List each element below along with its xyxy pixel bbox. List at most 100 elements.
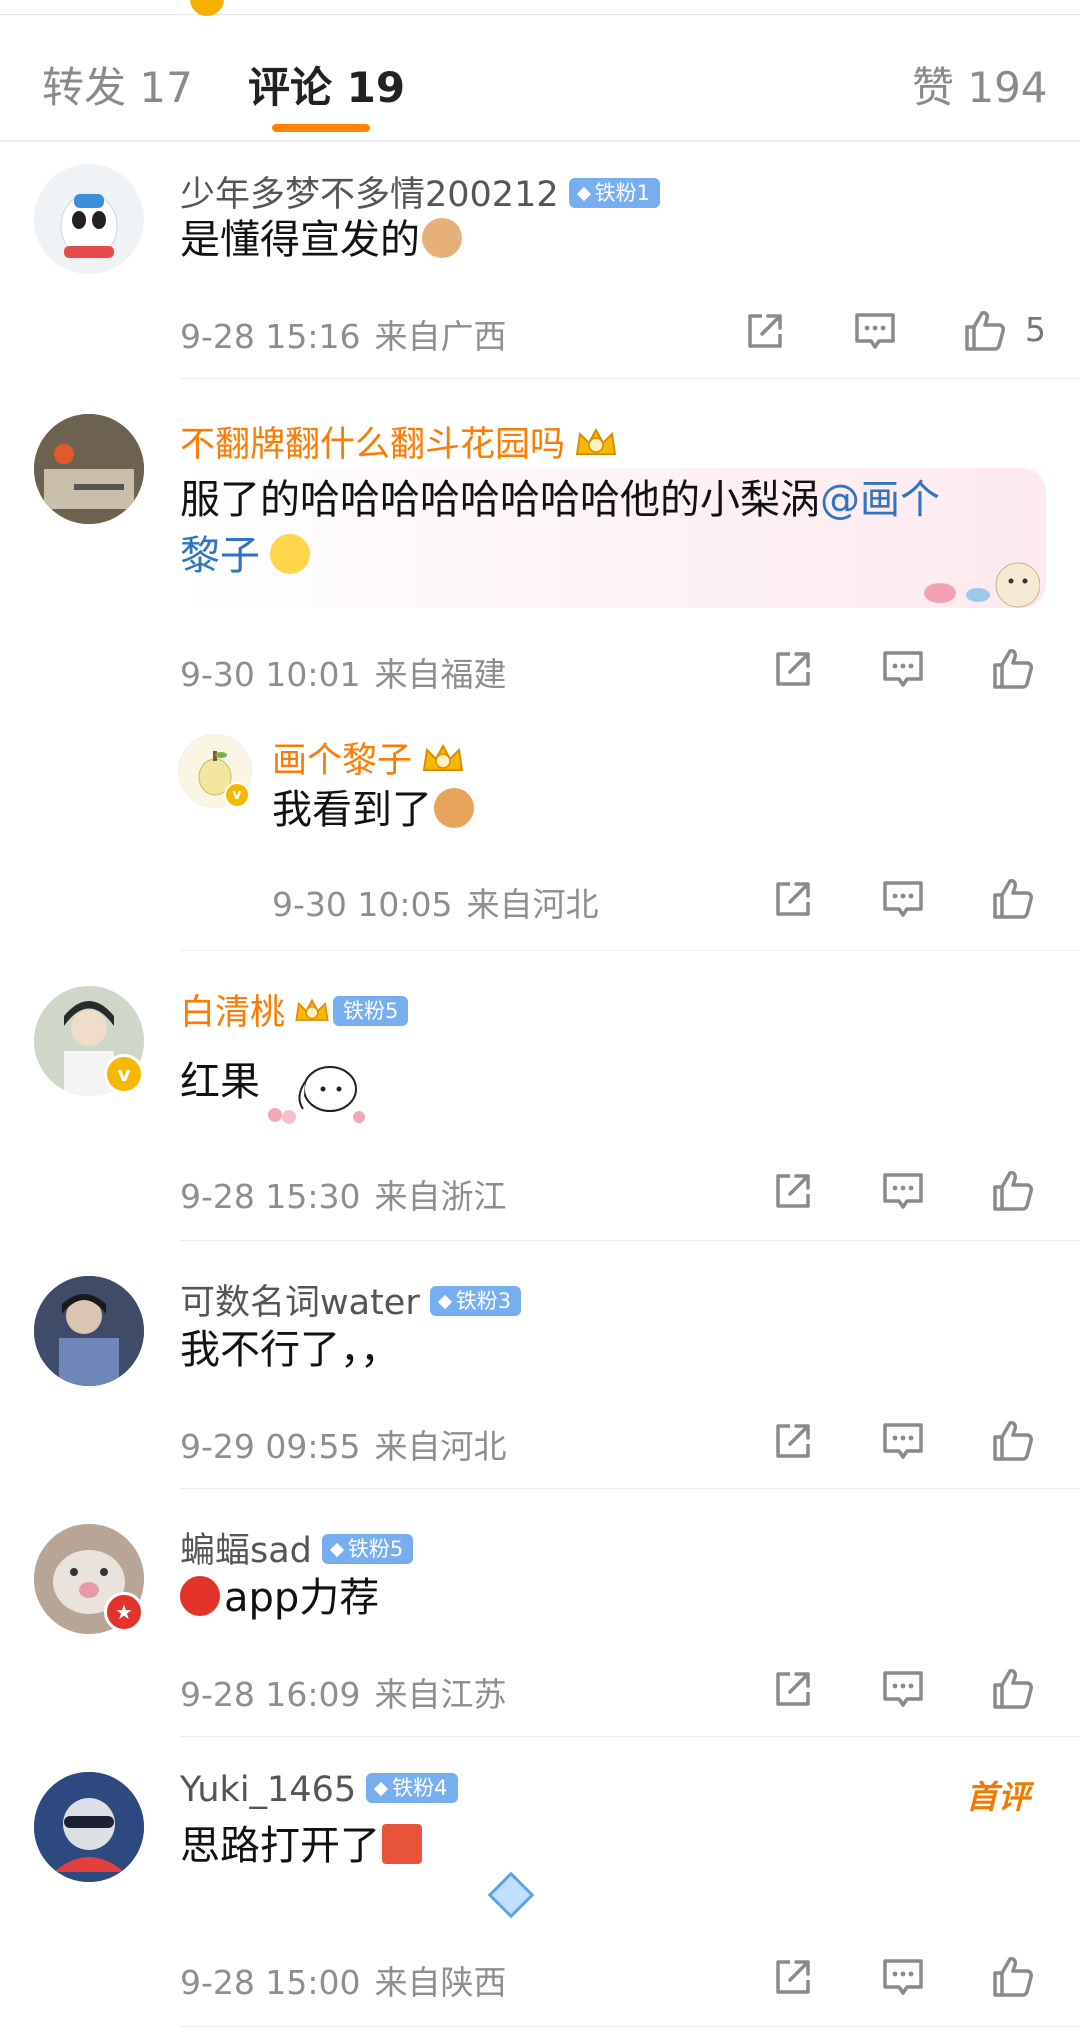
dog-emoji-icon	[434, 788, 474, 828]
comment-icon[interactable]	[880, 876, 926, 922]
like-icon[interactable]	[990, 646, 1036, 692]
verified-badge: v	[104, 1054, 144, 1094]
verified-badge: v	[224, 782, 250, 808]
fan-badge: 铁粉4	[366, 1773, 458, 1803]
comment-meta: 9-28 16:09 来自江苏	[180, 1668, 507, 1716]
fan-badge: 铁粉3	[429, 1286, 522, 1316]
mention-link[interactable]: 黎子	[180, 533, 260, 579]
divider	[180, 1736, 1080, 1737]
comment-time: 9-28 16:09	[180, 1675, 361, 1714]
tomato-emoji-icon	[180, 1576, 220, 1616]
username[interactable]: 不翻牌翻什么翻斗花园吗	[180, 416, 619, 467]
comment-icon[interactable]	[880, 1168, 926, 1214]
tab-bar: 转发 17 评论 19 赞 194	[0, 16, 1080, 142]
first-comment-tag: 首评	[966, 1778, 1031, 1816]
comment-icon[interactable]	[852, 308, 898, 354]
username[interactable]: Yuki_1465 铁粉4	[180, 1770, 458, 1810]
comment-location: 来自福建	[374, 655, 507, 694]
comment-location: 来自陕西	[374, 1963, 507, 2002]
like-icon[interactable]	[990, 1666, 1036, 1712]
comment-location: 来自浙江	[374, 1177, 507, 1216]
divider	[180, 1240, 1080, 1241]
comment-meta: 9-30 10:05 来自河北	[272, 878, 599, 926]
comment-meta: 9-28 15:30 来自浙江	[180, 1170, 507, 1218]
comment-icon[interactable]	[880, 1418, 926, 1464]
avatar-peek	[190, 0, 224, 16]
zan-emoji-icon	[382, 1824, 422, 1864]
avatar[interactable]	[34, 1276, 144, 1386]
comment-text: 我不行了，，	[180, 1327, 400, 1373]
username[interactable]: 白清桃 铁粉5	[180, 984, 409, 1035]
comment-icon[interactable]	[880, 1666, 926, 1712]
diamond-sticker-icon	[487, 1871, 535, 1919]
comment-meta: 9-30 10:01 来自福建	[180, 648, 507, 696]
comment-text: 我看到了	[272, 782, 474, 838]
comment-meta: 9-29 09:55 来自河北	[180, 1420, 507, 1468]
comment-icon[interactable]	[880, 646, 926, 692]
comment-location: 来自河北	[374, 1427, 507, 1466]
crown-icon	[420, 742, 466, 776]
comment-time: 9-28 15:16	[180, 317, 361, 356]
comment-time: 9-30 10:05	[272, 885, 453, 924]
like-count: 5	[1025, 310, 1046, 349]
share-icon[interactable]	[770, 1168, 816, 1214]
share-icon[interactable]	[770, 876, 816, 922]
comment-time: 9-28 15:00	[180, 1963, 361, 2002]
comment-location: 来自河北	[466, 885, 599, 924]
avatar[interactable]	[34, 1772, 144, 1882]
share-icon[interactable]	[770, 1954, 816, 2000]
crown-icon	[573, 426, 619, 460]
like-icon[interactable]	[990, 1954, 1036, 2000]
username[interactable]: 蝙蝠sad 铁粉5	[180, 1522, 414, 1573]
comment-location: 来自广西	[374, 317, 507, 356]
divider	[180, 2026, 1080, 2027]
share-icon[interactable]	[770, 646, 816, 692]
comment-location: 来自江苏	[374, 1675, 507, 1714]
share-icon[interactable]	[742, 308, 788, 354]
comment-time: 9-29 09:55	[180, 1427, 361, 1466]
top-strip	[0, 0, 1080, 16]
diamond-icon	[437, 1294, 452, 1310]
share-icon[interactable]	[770, 1666, 816, 1712]
like-icon[interactable]	[990, 1418, 1036, 1464]
diamond-icon	[576, 186, 591, 202]
fan-badge: 铁粉1	[568, 178, 660, 208]
tab-active-indicator	[272, 124, 370, 132]
tab-repost[interactable]: 转发 17	[42, 54, 193, 115]
red-star-badge: ★	[104, 1592, 144, 1632]
fan-badge: 铁粉5	[333, 996, 409, 1026]
avatar[interactable]	[34, 414, 144, 524]
diamond-icon	[329, 1542, 344, 1558]
divider	[180, 378, 1080, 379]
like-icon[interactable]	[990, 1168, 1036, 1214]
divider	[180, 950, 1080, 951]
comment-text: 是懂得宣发的	[180, 212, 462, 268]
comment-meta: 9-28 15:00 来自陕西	[180, 1956, 507, 2004]
decoration-sticker-icon	[924, 562, 1040, 608]
crying-emoji-icon	[270, 534, 310, 574]
pochacco-sticker-icon	[268, 1066, 365, 1124]
tab-like[interactable]: 赞 194	[912, 54, 1048, 115]
comment-meta: 9-28 15:16 来自广西	[180, 310, 507, 358]
username[interactable]: 可数名词water 铁粉3	[180, 1274, 522, 1325]
comment-text: 服了的哈哈哈哈哈哈哈哈他的小梨涡@画个 黎子	[180, 477, 940, 579]
cat-emoji-icon	[422, 218, 462, 258]
avatar[interactable]	[34, 164, 144, 274]
comment-text: 思路打开了	[180, 1818, 422, 1874]
comment-text: 红果	[180, 1059, 260, 1105]
diamond-icon	[374, 1781, 389, 1797]
share-icon[interactable]	[770, 1418, 816, 1464]
divider	[180, 1488, 1080, 1489]
mention-link[interactable]: @画个	[820, 477, 940, 523]
comment-text: app力荐	[180, 1570, 379, 1626]
comment-icon[interactable]	[880, 1954, 926, 2000]
fan-badge: 铁粉5	[321, 1534, 414, 1564]
like-icon[interactable]	[990, 876, 1036, 922]
tab-comment[interactable]: 评论 19	[248, 54, 405, 115]
comment-time: 9-30 10:01	[180, 655, 361, 694]
username[interactable]: 画个黎子	[272, 732, 466, 783]
username[interactable]: 少年多梦不多情200212 铁粉1	[180, 166, 660, 217]
comment-time: 9-28 15:30	[180, 1177, 361, 1216]
like-icon[interactable]	[962, 308, 1008, 354]
crown-icon	[293, 994, 331, 1028]
